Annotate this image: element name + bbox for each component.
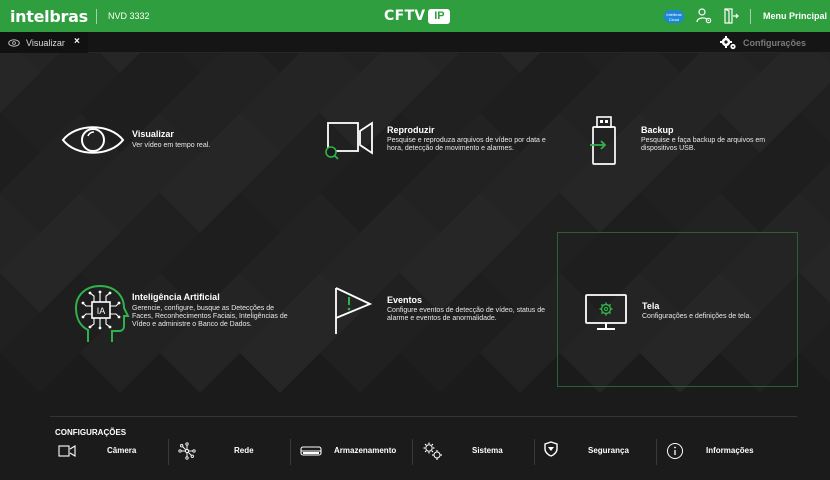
tile-visualizar[interactable]: Visualizar Ver vídeo em tempo real. [60, 113, 290, 163]
tile-title: Inteligência Artificial [132, 292, 220, 302]
configuracoes-button[interactable]: Configurações [720, 34, 806, 51]
gears-icon [720, 35, 736, 49]
storage-icon [300, 446, 322, 456]
config-label: Sistema [472, 446, 503, 455]
configuracoes-separator [50, 416, 797, 417]
tile-description: Gerencie, configure, busque as Detecções… [132, 305, 288, 328]
config-label: Informações [706, 446, 754, 455]
divider [290, 439, 291, 465]
divider [412, 439, 413, 465]
config-label: Armazenamento [334, 446, 397, 455]
tile-description: Configurações e definições de tela. [642, 313, 752, 320]
tab-bar: Visualizar × Configurações [0, 32, 830, 53]
tile-description: Pesquise e faça backup de arquivos em di… [641, 137, 766, 152]
tile-reproduzir[interactable]: Reproduzir Pesquise e reproduza arquivos… [322, 113, 552, 163]
config-seguranca-button[interactable]: Segurança [544, 437, 654, 467]
tab-visualizar[interactable]: Visualizar × [0, 32, 88, 53]
gears-icon [423, 442, 442, 460]
configuracoes-heading: CONFIGURAÇÕES [55, 428, 127, 437]
config-armazenamento-button[interactable]: Armazenamento [300, 437, 410, 467]
config-label: Câmera [107, 446, 137, 455]
user-settings-icon[interactable] [695, 7, 713, 25]
tile-title: Visualizar [132, 129, 174, 139]
cftv-text: CFTV [384, 8, 426, 24]
usb-icon [590, 116, 616, 165]
top-bar: intelbras NVD 3332 CFTV IP Intelbras Clo… [0, 0, 830, 32]
config-camera-button[interactable]: Câmera [55, 437, 165, 467]
flag-icon [335, 287, 373, 334]
tile-title: Eventos [387, 295, 423, 305]
eye-icon [8, 38, 20, 47]
config-rede-button[interactable]: Rede [178, 437, 288, 467]
monitor-icon [585, 294, 627, 330]
tile-title: Backup [641, 125, 674, 135]
cloud-icon[interactable]: Intelbras Cloud [664, 10, 684, 23]
shield-icon [544, 441, 558, 457]
tile-eventos[interactable]: Eventos Configure eventos de detecção de… [330, 278, 560, 338]
tile-description: Pesquise e reproduza arquivos de vídeo p… [387, 137, 546, 152]
ai-icon-text: IA [97, 306, 106, 316]
tile-inteligencia-artificial[interactable]: IA Inteligência Artificial Gerencie, con… [60, 278, 300, 348]
ip-badge: IP [428, 8, 451, 24]
tile-backup[interactable]: Backup Pesquise e faça backup de arquivo… [588, 113, 788, 173]
logout-icon[interactable] [722, 7, 740, 25]
config-informacoes-button[interactable]: Informações [666, 437, 786, 467]
cftv-ip-logo: CFTV IP [384, 7, 451, 25]
divider [168, 439, 169, 465]
camera-icon [58, 445, 76, 457]
tile-description: Ver vídeo em tempo real. [132, 142, 211, 149]
tab-label: Visualizar [26, 37, 65, 48]
cloud-badge-label: Cloud [668, 16, 680, 22]
config-sistema-button[interactable]: Sistema [422, 437, 532, 467]
playback-icon [325, 121, 373, 160]
config-label: Segurança [588, 446, 629, 455]
tile-title: Reproduzir [387, 125, 435, 135]
info-icon [667, 443, 683, 459]
divider [750, 9, 751, 24]
tile-tela[interactable]: Tela Configurações e definições de tela. [584, 291, 784, 341]
network-icon [178, 442, 196, 460]
main-menu-area: Visualizar Ver vídeo em tempo real. Repr… [0, 53, 830, 480]
tile-title: Tela [642, 301, 660, 311]
device-model: NVD 3332 [108, 11, 150, 21]
configuracoes-label: Configurações [743, 37, 807, 48]
divider [96, 9, 97, 24]
tile-description: Configure eventos de detecção de vídeo, … [387, 307, 545, 322]
divider [534, 439, 535, 465]
divider [656, 439, 657, 465]
menu-principal-button[interactable]: Menu Principal [763, 11, 827, 21]
ai-head-icon: IA [74, 284, 130, 342]
close-tab-button[interactable]: × [74, 36, 80, 47]
eye-icon [61, 126, 125, 154]
config-label: Rede [234, 446, 254, 455]
brand-logo: intelbras [10, 7, 88, 26]
